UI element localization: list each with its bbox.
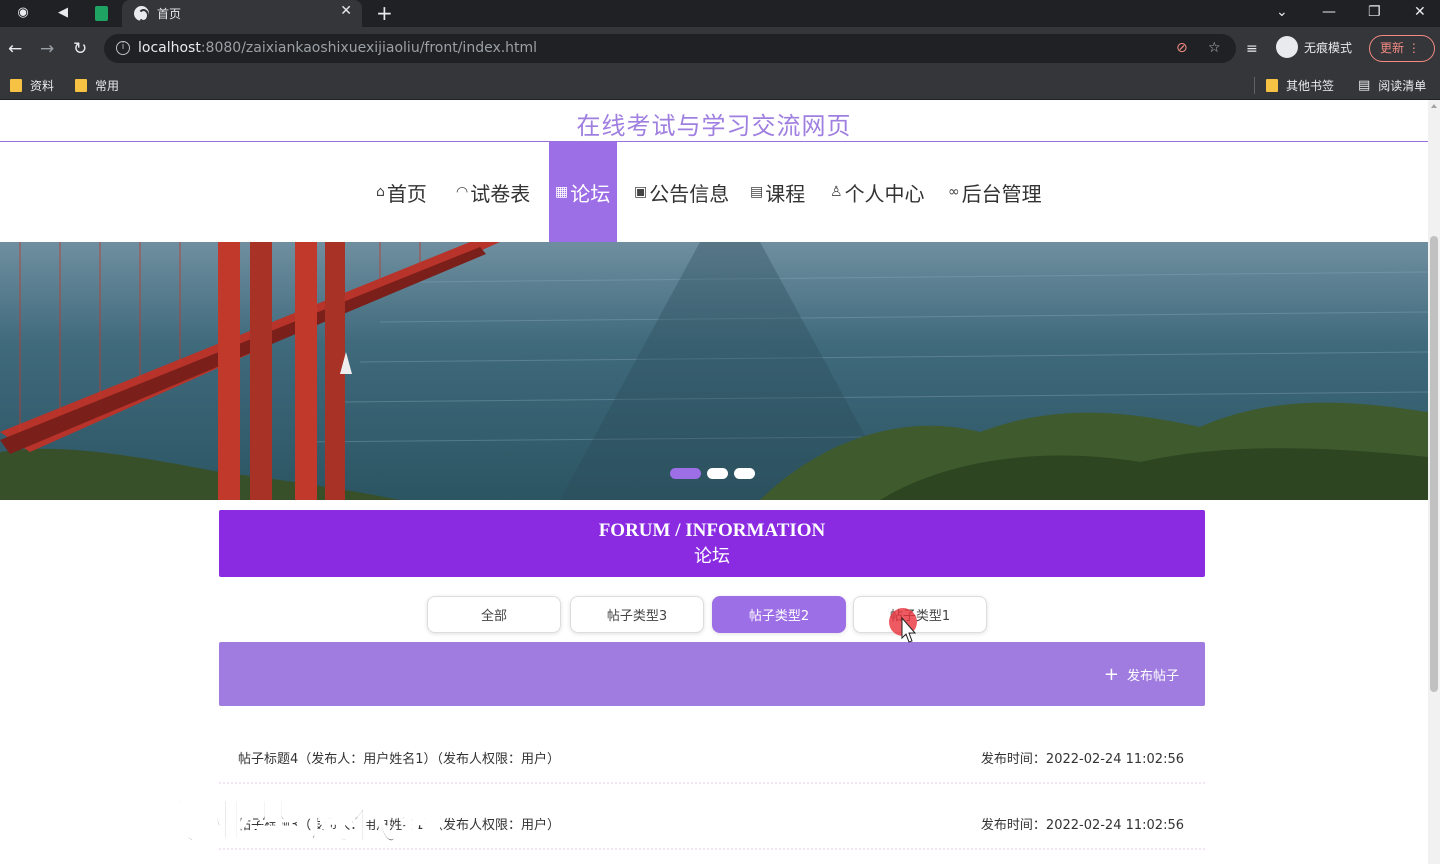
folder-icon (75, 79, 87, 92)
bookmark-folder-2[interactable]: 常用 (75, 77, 119, 94)
post-time: 发布时间：2022-02-24 11:02:56 (980, 752, 1184, 767)
nav-home[interactable]: ⌂ 首页 (376, 142, 427, 242)
plus-icon: + (1103, 663, 1119, 685)
folder-icon (10, 79, 22, 92)
other-bookmarks[interactable]: 其他书签 (1266, 77, 1334, 94)
nav-personal-center[interactable]: ♙ 个人中心 (830, 142, 925, 242)
post-row[interactable]: 帖子标题4（发布人：用户姓名1）（发布人权限：用户） 发布时间：2022-02-… (219, 736, 1205, 784)
carousel-dots (670, 468, 755, 479)
update-button[interactable]: 更新 ⋮ (1369, 35, 1435, 62)
nav-courses[interactable]: ▤ 课程 (750, 142, 805, 242)
scrollbar-thumb[interactable] (1430, 236, 1438, 692)
nav-forum[interactable]: ▦ 论坛 (549, 142, 617, 242)
audio-icon[interactable]: ◀ (54, 4, 72, 22)
folder-icon (1266, 79, 1278, 92)
nav-admin[interactable]: ∞ 后台管理 (948, 142, 1042, 242)
link-icon: ∞ (948, 184, 960, 200)
page-viewport: 在线考试与学习交流网页 ⌂ 首页 ◠ 试卷表 ▦ 论坛 ▣ 公告信息 ▤ 课程 ♙ 个人中心… (0, 100, 1440, 864)
sheets-tab-icon[interactable] (92, 4, 110, 22)
main-nav: ⌂ 首页 ◠ 试卷表 ▦ 论坛 ▣ 公告信息 ▤ 课程 ♙ 个人中心 ∞ 后台管理 (0, 142, 1428, 242)
bookmark-divider (1254, 77, 1255, 94)
close-window-icon[interactable]: ✕ (1414, 2, 1426, 22)
globe-icon (134, 6, 149, 22)
bookmark-star-icon[interactable]: ☆ (1208, 40, 1221, 56)
carousel-dot-1[interactable] (670, 468, 701, 479)
publish-bar: + 发布帖子 (219, 642, 1205, 706)
reading-list-icon: ▤ (1358, 78, 1371, 93)
scroll-up-icon[interactable] (1431, 104, 1437, 108)
bookmark-folder-1[interactable]: 资料 (10, 77, 54, 94)
nav-exam-papers[interactable]: ◠ 试卷表 (456, 142, 530, 242)
browser-tab-strip: ◉ ◀ 首页 ✕ + ⌄ — ❐ ✕ (0, 0, 1440, 27)
browser-toolbar: ← → ↻ i localhost:8080/zaixiankaoshixuex… (0, 27, 1440, 71)
minimize-icon[interactable]: — (1322, 2, 1336, 22)
blocked-icon[interactable]: ⊘ (1176, 40, 1188, 56)
tab-search-icon[interactable]: ⌄ (1276, 2, 1288, 22)
banner-image (0, 242, 1428, 500)
post-title[interactable]: 帖子标题4（发布人：用户姓名1）（发布人权限：用户） (238, 748, 560, 767)
new-tab-button[interactable]: + (376, 1, 393, 25)
active-tab[interactable]: 首页 ✕ (122, 0, 362, 27)
site-title: 在线考试与学习交流网页 (576, 112, 852, 140)
carousel-dot-2[interactable] (707, 468, 728, 479)
reload-icon[interactable]: ↻ (73, 38, 87, 60)
publish-post-button[interactable]: + 发布帖子 (1104, 665, 1179, 684)
site-info-icon[interactable]: i (116, 41, 130, 55)
forum-heading-cn: 论坛 (694, 546, 730, 567)
bookmarks-bar: 资料 常用 其他书签 ▤ 阅读清单 (0, 71, 1440, 100)
carousel-dot-3[interactable] (734, 468, 755, 479)
nav-announcements[interactable]: ▣ 公告信息 (634, 142, 729, 242)
watermark-overlay: 专业毕设代做 (159, 794, 448, 850)
forum-heading-en: FORUM / INFORMATION (598, 520, 826, 541)
incognito-avatar-icon (1276, 36, 1298, 58)
filter-type-3[interactable]: 帖子类型3 (570, 596, 704, 633)
forward-icon[interactable]: → (40, 38, 54, 60)
carousel-banner[interactable] (0, 242, 1428, 500)
address-bar[interactable]: i localhost:8080/zaixiankaoshixuexijiaol… (104, 34, 1236, 63)
filter-all[interactable]: 全部 (427, 596, 561, 633)
forum-header: FORUM / INFORMATION 论坛 (219, 510, 1205, 577)
home-icon: ⌂ (376, 184, 385, 200)
tab-title: 首页 (157, 7, 182, 21)
back-icon[interactable]: ← (8, 38, 22, 60)
incognito-indicator[interactable]: 无痕模式 (1276, 36, 1352, 58)
document-icon: ▤ (750, 184, 764, 200)
url-text[interactable]: localhost:8080/zaixiankaoshixuexijiaoliu… (138, 40, 537, 56)
gift-icon: ▣ (634, 184, 648, 200)
user-icon: ♙ (830, 184, 843, 200)
mouse-cursor-icon (889, 608, 917, 643)
reading-list-icon[interactable]: ≡ (1246, 38, 1258, 60)
forum-icon: ▦ (555, 184, 569, 200)
restore-icon[interactable]: ❐ (1368, 2, 1381, 22)
filter-type-2[interactable]: 帖子类型2 (712, 596, 846, 633)
page-scrollbar[interactable] (1428, 100, 1440, 864)
close-tab-icon[interactable]: ✕ (340, 3, 352, 19)
dashboard-icon: ◠ (456, 184, 469, 200)
incognito-label: 无痕模式 (1304, 40, 1353, 55)
browser-menu-icon[interactable]: ◉ (14, 4, 32, 22)
reading-list[interactable]: ▤ 阅读清单 (1358, 77, 1426, 94)
post-time: 发布时间：2022-02-24 11:02:56 (980, 818, 1184, 833)
